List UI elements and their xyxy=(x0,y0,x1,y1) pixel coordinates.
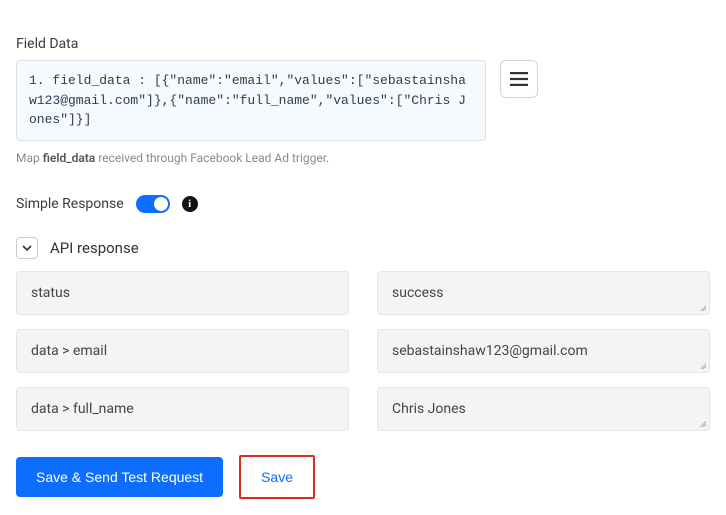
field-data-content[interactable]: 1. field_data : [{"name":"email","values… xyxy=(16,60,486,141)
save-button-highlight: Save xyxy=(239,455,315,499)
api-key-cell[interactable]: data > full_name xyxy=(16,387,349,431)
chevron-down-icon xyxy=(22,243,32,253)
api-key-cell[interactable]: data > email xyxy=(16,329,349,373)
info-icon[interactable]: i xyxy=(182,196,198,212)
hamburger-icon xyxy=(510,72,528,86)
api-value-cell[interactable]: success xyxy=(377,271,710,315)
api-value-cell[interactable]: Chris Jones xyxy=(377,387,710,431)
api-value-cell[interactable]: sebastainshaw123@gmail.com xyxy=(377,329,710,373)
simple-response-label: Simple Response xyxy=(16,196,124,212)
save-send-test-button[interactable]: Save & Send Test Request xyxy=(16,457,223,497)
api-key-cell[interactable]: status xyxy=(16,271,349,315)
field-data-menu-button[interactable] xyxy=(500,60,538,98)
simple-response-toggle[interactable] xyxy=(136,195,170,213)
api-response-label: API response xyxy=(50,239,139,257)
field-data-helper: Map field_data received through Facebook… xyxy=(16,151,710,165)
field-data-label: Field Data xyxy=(16,36,710,52)
api-response-expand-button[interactable] xyxy=(16,237,38,259)
save-button[interactable]: Save xyxy=(243,459,311,495)
